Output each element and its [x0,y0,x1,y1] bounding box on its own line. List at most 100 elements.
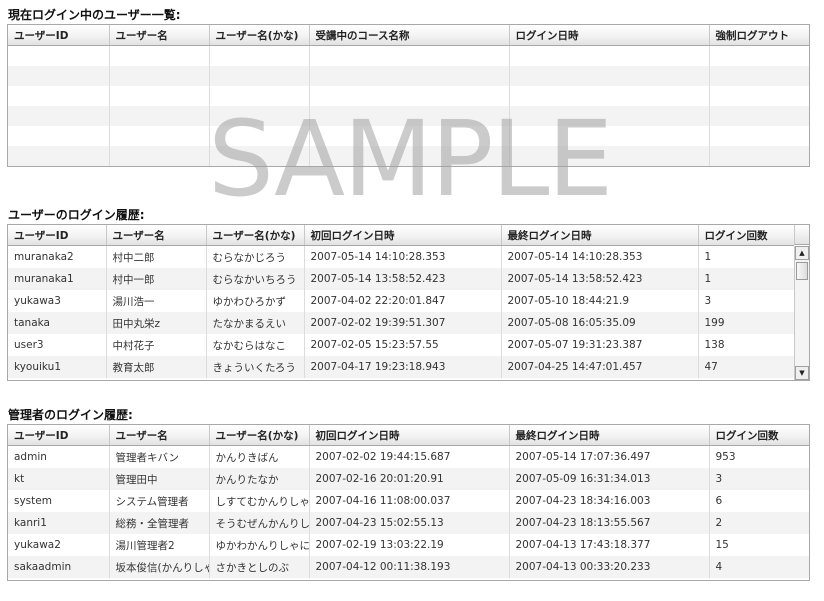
user-history-header-row: ユーザーID ユーザー名 ユーザー名(かな) 初回ログイン日時 最終ログイン日時… [8,225,794,246]
cell-last-login: 2007-05-14 13:58:52.423 [501,268,699,290]
cell-user-id: muranaka2 [8,245,107,268]
user-history-title: ユーザーのログイン履歴: [8,208,145,222]
cell-user-kana: そうむぜんかんりしゃ [209,512,310,534]
user-history-grid: ユーザーID ユーザー名 ユーザー名(かな) 初回ログイン日時 最終ログイン日時… [7,224,810,381]
cell-user-name: 村中二郎 [106,245,207,268]
col-header-user-kana[interactable]: ユーザー名(かな) [206,225,305,246]
col-header-login-count[interactable]: ログイン回数 [709,425,809,446]
empty-row [8,45,809,66]
cell-login-count: 138 [704,339,725,351]
col-header-user-name[interactable]: ユーザー名 [106,225,207,246]
cell-user-name: 教育太郎 [106,356,207,378]
col-header-user-id[interactable]: ユーザーID [8,225,107,246]
cell-last-login: 2007-05-14 17:07:36.497 [509,445,710,468]
cell-user-kana: さかきとしのぶ [209,556,310,578]
col-header-login-time[interactable]: ログイン日時 [509,25,710,46]
table-row[interactable]: admin 管理者キバン かんりきばん 2007-02-02 19:44:15.687… [8,445,809,468]
table-row[interactable]: muranaka1 村中一郎 むらなかいちろう 2007-05-14 13:58:52… [8,268,794,290]
col-header-last-login[interactable]: 最終ログイン日時 [501,225,699,246]
cell-first-login: 2007-05-14 14:10:28.353 [304,245,502,268]
col-header-user-name[interactable]: ユーザー名 [109,25,210,46]
table-row[interactable]: kanri1総務・全管理者そうむぜんかんりしゃ2007-04-23 15:02:… [8,512,809,534]
empty-row [8,86,809,106]
cell-login-count: 15 [715,539,729,551]
cell-user-id: system [8,490,110,512]
vertical-scrollbar[interactable]: ▲ ▼ [794,246,809,380]
col-header-user-id[interactable]: ユーザーID [8,425,110,446]
cell-first-login: 2007-04-17 19:23:18.943 [304,356,502,378]
scrollbar-thumb[interactable] [796,262,808,280]
cell-last-login: 2007-05-14 14:10:28.353 [501,245,699,268]
cell-user-id: muranaka1 [8,268,107,290]
cell-first-login: 2007-02-02 19:39:51.307 [304,312,502,334]
cell-first-login: 2007-02-16 20:01:20.91 [309,468,510,490]
cell-user-kana: むらなかじろう [206,245,305,268]
table-row[interactable]: sakaadmin 坂本俊信(かんりしゃ) さかきとしのぶ 2007-04-12 00… [8,556,809,578]
cell-last-login: 2007-04-23 18:13:55.567 [509,512,710,534]
cell-user-kana: たなかまるえい [206,312,305,334]
cell-user-id: yukawa2 [8,534,110,556]
col-header-user-kana[interactable]: ユーザー名(かな) [209,425,310,446]
cell-login-count: 4 [709,556,809,578]
cell-user-name: システム管理者 [109,490,210,512]
cell-user-name: 管理者キバン [109,445,210,468]
cell-user-name: 田中丸栄z [106,312,207,334]
cell-login-count: 6 [715,495,723,507]
cell-login-count: 2 [709,512,809,534]
cell-login-count: 1 [704,251,712,263]
col-header-first-login[interactable]: 初回ログイン日時 [304,225,502,246]
cell-user-kana: むらなかいちろう [206,268,305,290]
col-header-user-kana[interactable]: ユーザー名(かな) [209,25,310,46]
col-header-login-count[interactable]: ログイン回数 [698,225,794,246]
cell-login-count: 199 [698,312,794,334]
admin-history-table: ユーザーID ユーザー名 ユーザー名(かな) 初回ログイン日時 最終ログイン日時… [8,425,809,578]
cell-user-id: admin [8,445,110,468]
col-header-course-name[interactable]: 受講中のコース名称 [309,25,510,46]
cell-login-count: 3 [704,295,712,307]
cell-user-id: yukawa3 [8,290,107,312]
cell-last-login: 2007-05-07 19:31:23.387 [501,334,699,356]
table-row[interactable]: kt 管理田中 かんりたなか 2007-02-16 20:01:20.91 2007-0… [8,468,809,490]
empty-row [8,126,809,146]
admin-history-grid: ユーザーID ユーザー名 ユーザー名(かな) 初回ログイン日時 最終ログイン日時… [7,424,810,581]
col-header-user-name[interactable]: ユーザー名 [109,425,210,446]
col-header-first-login[interactable]: 初回ログイン日時 [309,425,510,446]
col-header-user-id[interactable]: ユーザーID [8,25,110,46]
cell-first-login: 2007-04-23 15:02:55.13 [309,512,510,534]
empty-row [8,106,809,126]
chevron-up-icon: ▲ [799,249,805,257]
scroll-down-button[interactable]: ▼ [795,366,809,380]
col-header-force-logout[interactable]: 強制ログアウト [709,25,809,46]
cell-first-login: 2007-04-02 22:20:01.847 [304,290,502,312]
cell-user-id: user3 [8,334,107,356]
scrollbar-header-spacer [794,225,809,245]
table-row[interactable]: user3 中村花子 なかむらはなこ 2007-02-05 15:23:57.55 20… [8,334,794,356]
table-row[interactable]: muranaka2 村中二郎 むらなかじろう 2007-05-14 14:10:28.… [8,245,794,268]
cell-user-kana: ゆかわかんりしゃに [209,534,310,556]
table-row[interactable]: tanaka 田中丸栄z たなかまるえい 2007-02-02 19:39:51.30… [8,312,794,334]
cell-first-login: 2007-02-05 15:23:57.55 [304,334,502,356]
cell-user-name: 湯川浩一 [106,290,207,312]
cell-first-login: 2007-04-16 11:08:00.037 [309,490,510,512]
chevron-down-icon: ▼ [799,369,805,377]
cell-user-id: sakaadmin [8,556,110,578]
current-users-header-row: ユーザーID ユーザー名 ユーザー名(かな) 受講中のコース名称 ログイン日時 … [8,25,809,46]
cell-user-name: 管理田中 [109,468,210,490]
table-row[interactable]: kyouiku1 教育太郎 きょういくたろう 2007-04-17 19:23:18.… [8,356,794,378]
cell-login-count: 953 [715,451,736,463]
scroll-up-button[interactable]: ▲ [795,246,809,260]
table-row[interactable]: system システム管理者 しすてむかんりしゃ 2007-04-16 11:08:0… [8,490,809,512]
cell-last-login: 2007-04-13 00:33:20.233 [509,556,710,578]
cell-login-count: 1 [698,268,794,290]
cell-last-login: 2007-05-09 16:31:34.013 [509,468,710,490]
cell-user-kana: かんりたなか [209,468,310,490]
col-header-last-login[interactable]: 最終ログイン日時 [509,425,710,446]
table-row[interactable]: yukawa3 湯川浩一 ゆかわひろかず 2007-04-02 22:20:01.84… [8,290,794,312]
cell-first-login: 2007-05-14 13:58:52.423 [304,268,502,290]
table-row[interactable]: yukawa2 湯川管理者2 ゆかわかんりしゃに 2007-02-19 13:03:2… [8,534,809,556]
cell-user-name: 総務・全管理者 [109,512,210,534]
cell-first-login: 2007-02-02 19:44:15.687 [309,445,510,468]
cell-last-login: 2007-04-13 17:43:18.377 [509,534,710,556]
cell-last-login: 2007-05-10 18:44:21.9 [501,290,699,312]
cell-user-id: kyouiku1 [8,356,107,378]
